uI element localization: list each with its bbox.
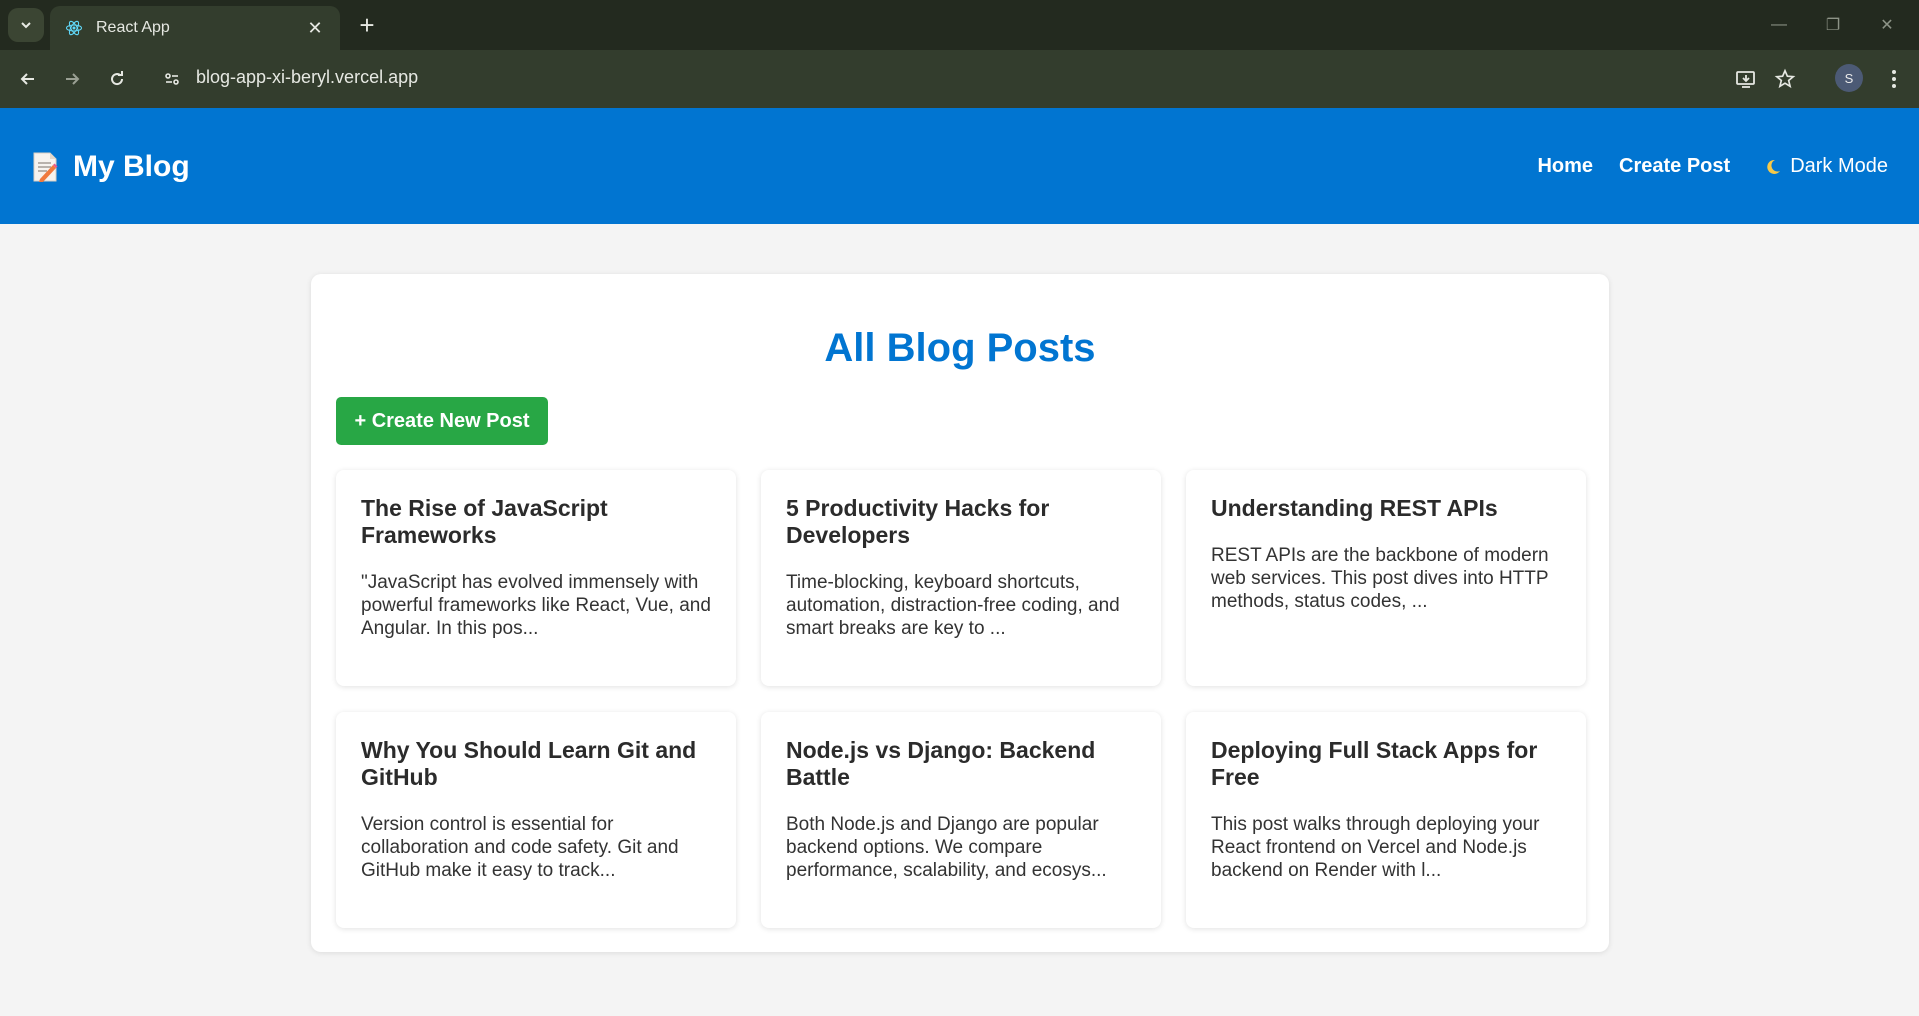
post-card[interactable]: 5 Productivity Hacks for Developers Time…: [761, 470, 1161, 686]
dark-mode-toggle[interactable]: Dark Mode: [1764, 155, 1888, 178]
restore-icon[interactable]: ❐: [1820, 12, 1846, 38]
post-excerpt: Time-blocking, keyboard shortcuts, autom…: [786, 572, 1120, 639]
browser-tab[interactable]: React App ✕: [50, 6, 340, 50]
post-excerpt: This post walks through deploying your R…: [1211, 814, 1540, 881]
close-icon[interactable]: ✕: [304, 17, 326, 39]
tab-title: React App: [96, 19, 170, 36]
react-icon: [64, 18, 84, 38]
post-title[interactable]: The Rise of JavaScript Frameworks: [361, 495, 711, 549]
posts-container: All Blog Posts + Create New Post The Ris…: [311, 274, 1609, 952]
install-app-icon[interactable]: [1730, 63, 1762, 95]
create-new-post-button[interactable]: + Create New Post: [336, 397, 548, 445]
post-title[interactable]: Deploying Full Stack Apps for Free: [1211, 737, 1561, 791]
back-icon[interactable]: [12, 63, 44, 95]
profile-avatar[interactable]: S: [1835, 64, 1863, 92]
nav-home-link[interactable]: Home: [1537, 155, 1593, 178]
post-excerpt: "JavaScript has evolved immensely with p…: [361, 572, 711, 639]
brand[interactable]: My Blog: [31, 150, 190, 184]
memo-icon: [33, 152, 58, 182]
post-excerpt: Both Node.js and Django are popular back…: [786, 814, 1107, 881]
tab-search-button[interactable]: [8, 8, 44, 42]
dark-mode-label: Dark Mode: [1790, 155, 1888, 177]
post-title[interactable]: Node.js vs Django: Backend Battle: [786, 737, 1136, 791]
brand-title: My Blog: [73, 150, 190, 183]
reload-icon[interactable]: [101, 63, 133, 95]
post-title[interactable]: Understanding REST APIs: [1211, 495, 1561, 522]
address-bar[interactable]: blog-app-xi-beryl.vercel.app: [196, 67, 418, 88]
page-title: All Blog Posts: [824, 326, 1096, 370]
post-card[interactable]: Deploying Full Stack Apps for Free This …: [1186, 712, 1586, 928]
minimize-icon[interactable]: —: [1766, 12, 1792, 38]
post-card[interactable]: Understanding REST APIs REST APIs are th…: [1186, 470, 1586, 686]
site-info-icon[interactable]: [156, 63, 188, 95]
post-card[interactable]: Node.js vs Django: Backend Battle Both N…: [761, 712, 1161, 928]
post-card[interactable]: Why You Should Learn Git and GitHub Vers…: [336, 712, 736, 928]
post-excerpt: REST APIs are the backbone of modern web…: [1211, 545, 1549, 612]
main-nav: Home Create Post Dark Mode: [1511, 155, 1888, 178]
bookmark-star-icon[interactable]: [1769, 63, 1801, 95]
browser-toolbar: blog-app-xi-beryl.vercel.app S: [0, 50, 1919, 108]
post-excerpt: Version control is essential for collabo…: [361, 814, 679, 881]
site-header: My Blog Home Create Post Dark Mode: [0, 108, 1919, 224]
browser-tabstrip: React App ✕ + — ❐ ✕: [0, 0, 1919, 50]
nav-create-post-link[interactable]: Create Post: [1619, 155, 1730, 178]
new-tab-button[interactable]: +: [352, 10, 382, 40]
window-close-icon[interactable]: ✕: [1874, 12, 1900, 38]
post-title[interactable]: Why You Should Learn Git and GitHub: [361, 737, 711, 791]
chevron-down-icon: [21, 22, 31, 29]
post-title[interactable]: 5 Productivity Hacks for Developers: [786, 495, 1136, 549]
forward-icon[interactable]: [56, 63, 88, 95]
crescent-moon-icon: [1767, 159, 1781, 174]
post-card[interactable]: The Rise of JavaScript Frameworks "JavaS…: [336, 470, 736, 686]
menu-kebab-icon[interactable]: [1878, 63, 1910, 95]
posts-grid: The Rise of JavaScript Frameworks "JavaS…: [336, 470, 1586, 928]
